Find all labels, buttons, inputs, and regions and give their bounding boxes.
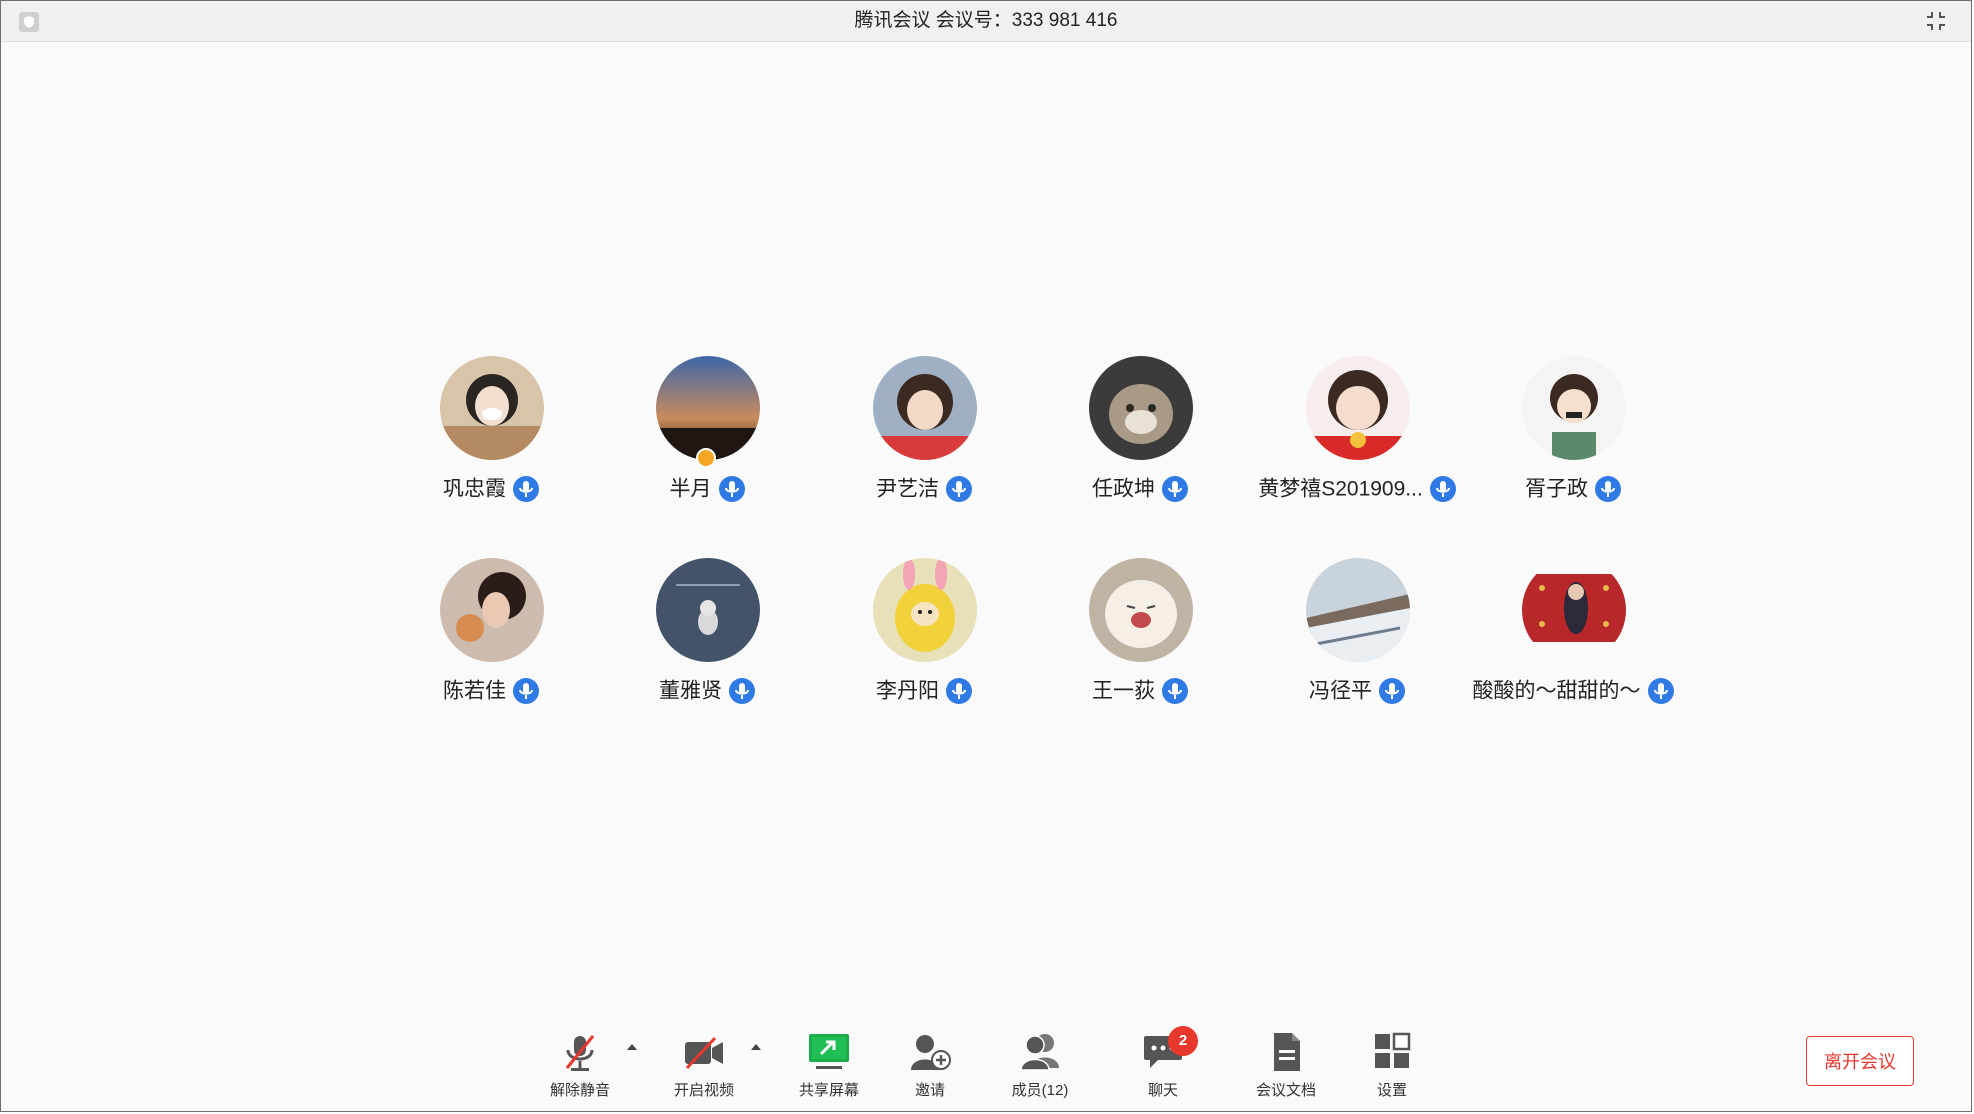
avatar	[440, 356, 544, 460]
avatar	[1089, 558, 1193, 662]
participant-name: 巩忠霞	[443, 477, 506, 501]
meeting-docs-label: 会议文档	[1255, 1082, 1316, 1099]
chat-button[interactable]: 2 聊天	[1118, 1026, 1208, 1110]
chat-label: 聊天	[1147, 1082, 1178, 1099]
avatar	[873, 558, 977, 662]
grid-settings-icon	[1375, 1032, 1411, 1068]
members-icon	[1020, 1034, 1059, 1071]
participant-tile[interactable]: 胥子政	[1466, 356, 1681, 526]
participant-name: 董雅贤	[659, 679, 722, 703]
mic-icon	[1162, 678, 1188, 705]
participant-name: 酸酸的～甜甜的～	[1472, 679, 1641, 703]
participant-name: 陈若佳	[443, 679, 506, 703]
mic-icon	[729, 678, 755, 705]
participant-grid: 巩忠霞 半月 尹艺洁 任政坤 黄梦禧S201909... 胥子政 陈若佳 董雅贤…	[0, 0, 1974, 1114]
participant-name: 李丹阳	[876, 679, 939, 703]
participant-name: 王一荻	[1092, 679, 1155, 703]
unmute-label: 解除静音	[549, 1082, 610, 1099]
mic-icon	[513, 476, 539, 503]
settings-label: 设置	[1376, 1082, 1407, 1099]
avatar	[440, 558, 544, 662]
participant-name: 黄梦禧S201909...	[1258, 477, 1423, 501]
avatar	[1522, 356, 1626, 460]
members-label: 成员(12)	[1011, 1082, 1069, 1099]
unmute-button[interactable]: 解除静音	[535, 1030, 625, 1110]
video-options-caret-icon[interactable]	[749, 1042, 763, 1052]
mic-icon	[1379, 678, 1405, 705]
settings-button[interactable]: 设置	[1347, 1030, 1437, 1110]
muted-mic-icon	[565, 1035, 595, 1071]
participant-name: 任政坤	[1092, 477, 1155, 501]
audio-options-caret-icon[interactable]	[625, 1042, 639, 1052]
participant-name: 胥子政	[1525, 477, 1588, 501]
video-off-icon	[685, 1036, 723, 1070]
participant-tile[interactable]: 酸酸的～甜甜的～	[1466, 558, 1681, 728]
document-icon	[1274, 1033, 1300, 1071]
mic-icon	[1595, 476, 1621, 503]
participant-name: 冯径平	[1309, 679, 1372, 703]
add-user-icon	[911, 1035, 951, 1070]
avatar	[873, 356, 977, 460]
mic-icon	[718, 476, 745, 503]
meeting-toolbar: 解除静音 开启视频 共享屏幕 邀请 成员(12) 2 聊天 会议文档 设置	[0, 1020, 1974, 1110]
host-badge	[696, 448, 716, 468]
share-screen-label: 共享屏幕	[798, 1082, 859, 1099]
share-screen-button[interactable]: 共享屏幕	[784, 1030, 874, 1110]
unread-badge: 2	[1168, 1026, 1198, 1056]
participant-name: 尹艺洁	[876, 477, 939, 501]
mic-icon	[513, 678, 539, 705]
mic-icon	[946, 678, 972, 705]
mic-icon	[946, 476, 972, 503]
avatar	[1306, 356, 1410, 460]
mic-icon	[1162, 476, 1188, 503]
leave-meeting-button[interactable]: 离开会议	[1806, 1036, 1914, 1086]
start-video-label: 开启视频	[673, 1082, 734, 1099]
avatar	[656, 356, 760, 460]
meeting-docs-button[interactable]: 会议文档	[1241, 1030, 1331, 1110]
members-button[interactable]: 成员(12)	[995, 1030, 1085, 1110]
avatar	[1089, 356, 1193, 460]
avatar	[656, 558, 760, 662]
start-video-button[interactable]: 开启视频	[659, 1030, 749, 1110]
invite-label: 邀请	[914, 1082, 945, 1099]
mic-icon	[1647, 678, 1674, 705]
avatar	[1522, 558, 1626, 662]
share-screen-icon	[809, 1034, 849, 1069]
avatar	[1306, 558, 1410, 662]
invite-button[interactable]: 邀请	[885, 1030, 975, 1110]
participant-name: 半月	[669, 477, 712, 501]
